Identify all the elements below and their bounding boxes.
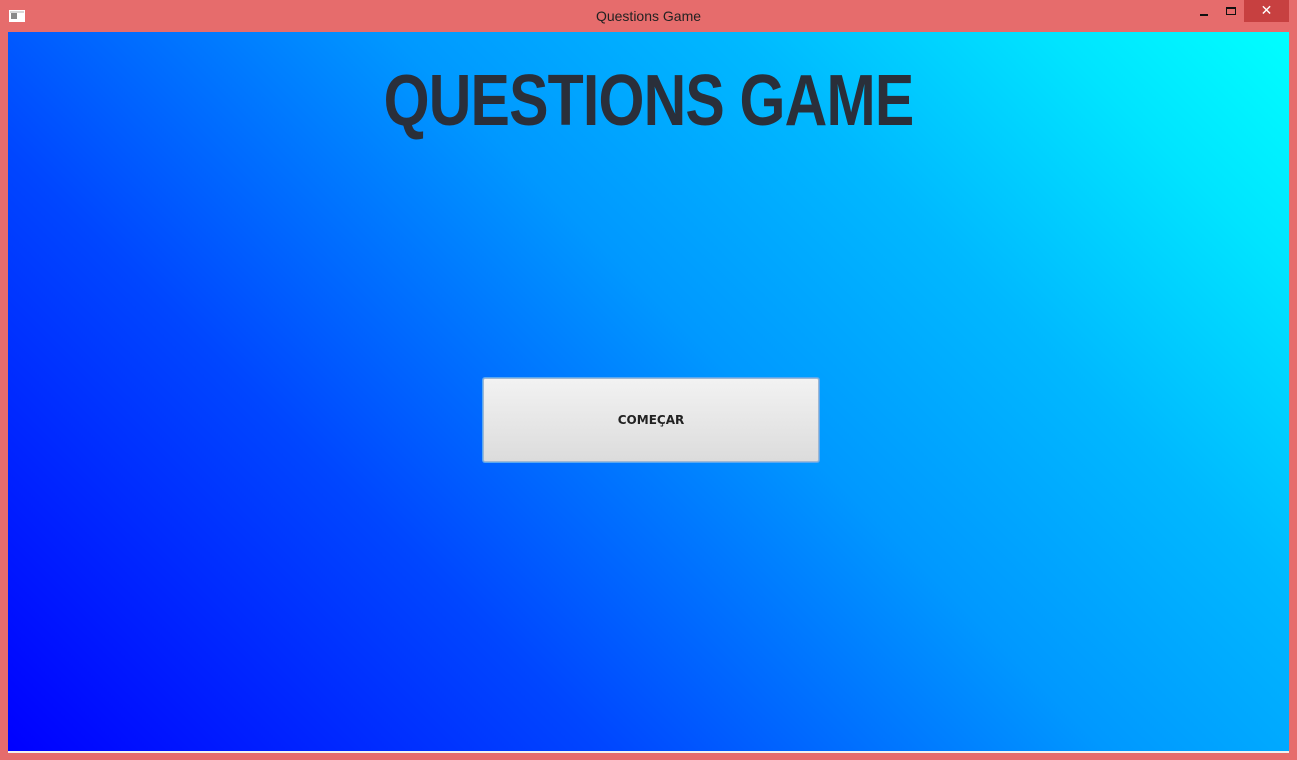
maximize-icon [1226, 7, 1236, 15]
close-button[interactable]: ✕ [1244, 0, 1289, 22]
close-icon: ✕ [1260, 3, 1273, 19]
game-screen: QUESTIONS GAME COMEÇAR [8, 32, 1289, 751]
game-title: QUESTIONS GAME [383, 61, 915, 141]
window-bottom-edge [8, 751, 1289, 753]
minimize-button[interactable] [1190, 0, 1218, 22]
maximize-button[interactable] [1218, 0, 1244, 22]
start-button[interactable]: COMEÇAR [483, 378, 819, 462]
app-window: Questions Game ✕ QUESTIONS GAME COMEÇAR [0, 0, 1297, 760]
title-bar[interactable]: Questions Game ✕ [0, 0, 1297, 32]
window-title: Questions Game [595, 8, 702, 24]
minimize-icon [1200, 14, 1208, 16]
